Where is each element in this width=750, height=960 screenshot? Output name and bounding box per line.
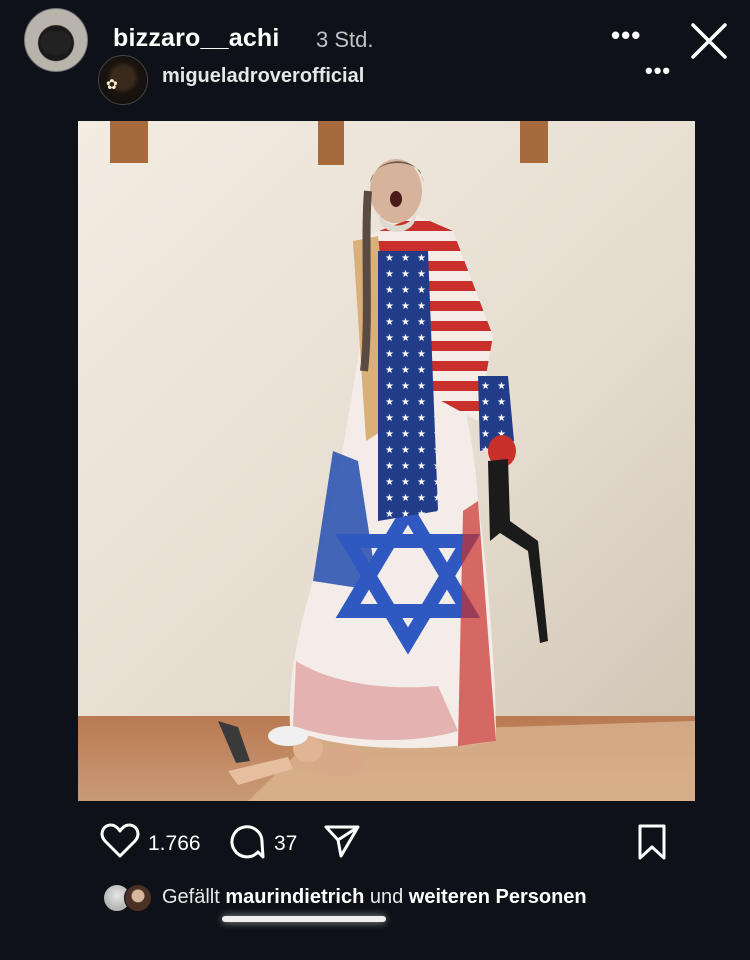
- post-image[interactable]: ★: [78, 121, 695, 801]
- username[interactable]: bizzaro__achi: [113, 24, 280, 53]
- comments-count[interactable]: 37: [274, 832, 297, 856]
- shared-account-name[interactable]: migueladroverofficial: [162, 65, 364, 88]
- liked-by-user-link[interactable]: maurindietrich: [225, 886, 364, 908]
- post-more-options-button[interactable]: •••: [645, 60, 671, 82]
- send-icon[interactable]: [323, 823, 361, 859]
- post-timestamp: 3 Std.: [316, 27, 374, 52]
- shared-account-avatar[interactable]: ✿: [98, 55, 148, 105]
- more-options-button[interactable]: •••: [611, 22, 641, 48]
- liked-by-others-link[interactable]: weiteren Personen: [409, 886, 587, 908]
- liked-by-prefix: Gefällt: [162, 886, 220, 908]
- comment-icon[interactable]: [228, 823, 266, 861]
- bookmark-icon[interactable]: [636, 823, 668, 861]
- post-photo: ★: [78, 121, 695, 801]
- close-icon[interactable]: [686, 18, 732, 64]
- liked-by-connector: und: [369, 886, 404, 908]
- liker-avatar: [124, 884, 152, 912]
- heart-icon[interactable]: [100, 823, 140, 859]
- story-header: bizzaro__achi 3 Std. ✿ migueladroveroffi…: [0, 0, 750, 110]
- liked-by-row[interactable]: Gefällt maurindietrich und weiteren Pers…: [0, 878, 750, 918]
- user-avatar[interactable]: [24, 8, 88, 72]
- likes-count[interactable]: 1.766: [148, 832, 201, 856]
- liked-by-text: Gefällt maurindietrich und weiteren Pers…: [162, 886, 587, 909]
- post-action-bar: 1.766 37: [0, 815, 750, 865]
- home-indicator[interactable]: [222, 916, 386, 922]
